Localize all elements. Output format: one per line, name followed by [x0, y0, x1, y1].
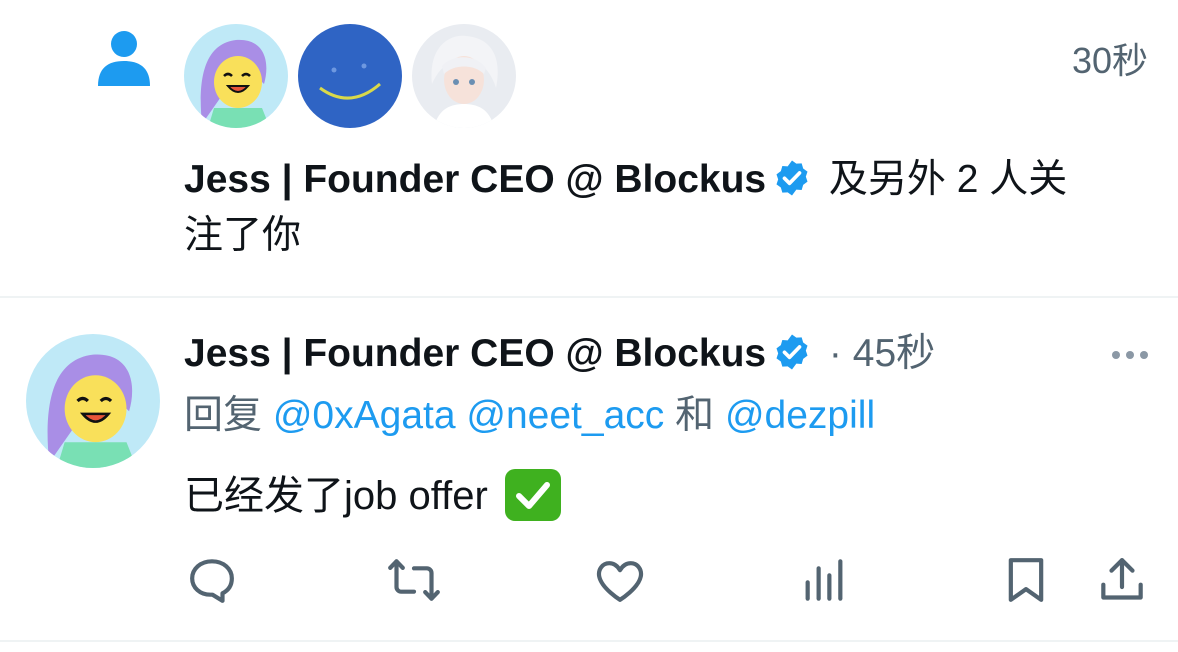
reply-prefix: 回复: [184, 394, 273, 437]
views-icon[interactable]: [796, 552, 852, 608]
bookmark-icon[interactable]: [998, 552, 1054, 608]
avatar-jess[interactable]: [184, 24, 288, 128]
person-icon: [96, 28, 152, 88]
check-mark-emoji-icon: [504, 469, 561, 521]
avatar-anime-boy[interactable]: [412, 24, 516, 128]
tweet-text: 已经发了job offer: [184, 474, 499, 518]
tweet-header: Jess | Founder CEO @ Blockus · 45秒: [184, 326, 935, 382]
retweet-icon[interactable]: [386, 552, 442, 608]
tweet-avatar[interactable]: [26, 334, 160, 468]
mention-link[interactable]: @0xAgata: [273, 394, 456, 437]
divider: [0, 296, 1178, 298]
avatar-blue-smiley[interactable]: [298, 24, 402, 128]
reply-context: 回复 @0xAgata @neet_acc 和 @dezpill: [184, 388, 875, 444]
tweet-separator: ·: [818, 332, 853, 375]
mention-link[interactable]: @neet_acc: [466, 394, 664, 437]
tweet-author-name[interactable]: Jess | Founder CEO @ Blockus: [184, 332, 766, 375]
divider: [0, 640, 1178, 642]
notification-user-name[interactable]: Jess | Founder CEO @ Blockus: [184, 158, 766, 201]
notification-text-part2: 注了你: [184, 214, 302, 257]
notification-text-part1: 及另外 2 人关: [818, 158, 1068, 201]
reply-icon[interactable]: [184, 552, 240, 608]
notification-text: Jess | Founder CEO @ Blockus 及另外 2 人关 注了…: [184, 152, 1154, 264]
verified-badge-icon: [772, 158, 812, 198]
reply-conjunction: 和: [664, 394, 725, 437]
notification-time: 30秒: [1071, 40, 1148, 81]
tweet-body: 已经发了job offer: [184, 466, 561, 526]
more-options-icon[interactable]: [1106, 346, 1148, 364]
like-icon[interactable]: [592, 552, 648, 608]
verified-badge-icon: [772, 332, 812, 372]
share-icon[interactable]: [1094, 552, 1150, 608]
mention-link[interactable]: @dezpill: [725, 394, 875, 437]
tweet-time[interactable]: 45秒: [853, 332, 935, 375]
